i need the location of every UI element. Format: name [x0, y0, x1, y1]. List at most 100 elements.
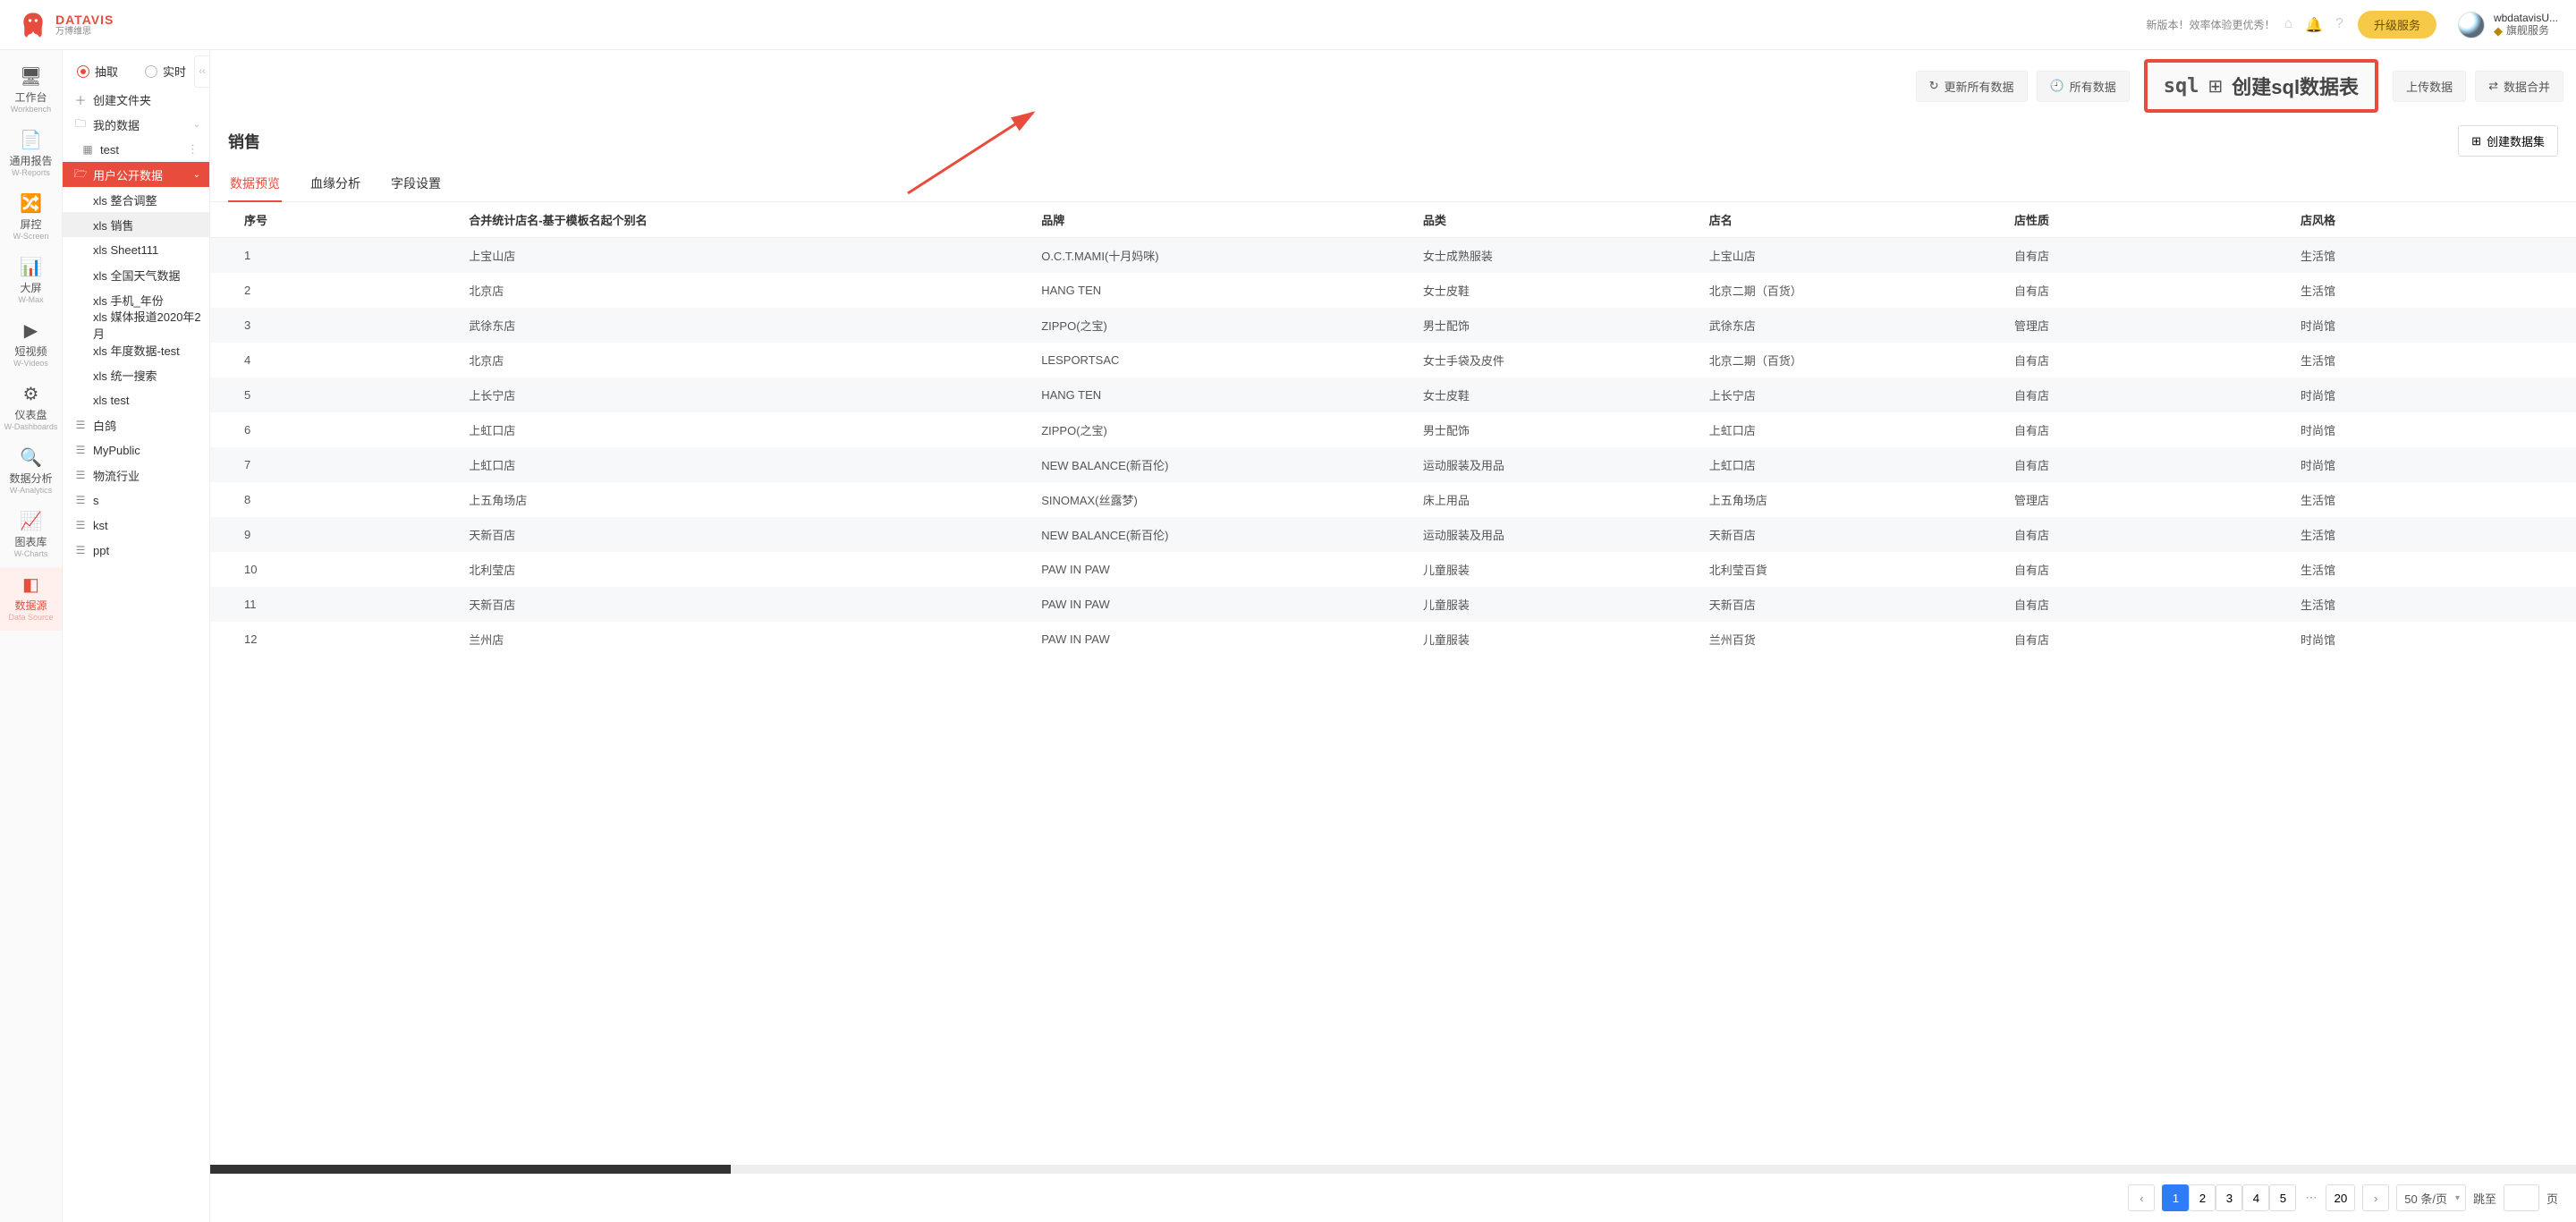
title-row: 销售 ⊞创建数据集	[210, 122, 2576, 165]
tabs: 数据预览 血缘分析 字段设置	[210, 165, 2576, 202]
upload-button[interactable]: 上传数据	[2393, 71, 2466, 102]
tree-item[interactable]: ☰MyPublic	[63, 437, 209, 462]
tab-fields[interactable]: 字段设置	[389, 165, 443, 201]
tree-item[interactable]: ☰ppt	[63, 538, 209, 563]
page-size-select[interactable]: 50 条/页	[2396, 1184, 2466, 1211]
table-row[interactable]: 11天新百店PAW IN PAW儿童服装天新百店自有店生活馆	[210, 587, 2576, 622]
nav-rail: 🖥工作台Workbench📄通用报告W-Reports🔀屏控W-Screen📊大…	[0, 50, 63, 1222]
tree-item[interactable]: xls 整合调整	[63, 187, 209, 212]
table-row[interactable]: 9天新百店NEW BALANCE(新百伦)运动服装及用品天新百店自有店生活馆	[210, 517, 2576, 552]
table-row[interactable]: 12兰州店PAW IN PAW儿童服装兰州百货自有店时尚馆	[210, 622, 2576, 657]
tree-item-test[interactable]: ▦test⋮	[63, 137, 209, 162]
table-wrap[interactable]: 序号合并统计店名-基于模板名起个别名品牌品类店名店性质店风格 1上宝山店O.C.…	[210, 202, 2576, 1165]
column-header[interactable]: 合并统计店名-基于模板名起个别名	[458, 202, 1030, 238]
logo-text-cn: 万博维思	[55, 28, 114, 37]
table-row[interactable]: 1上宝山店O.C.T.MAMI(十月妈咪)女士成熟服装上宝山店自有店生活馆	[210, 238, 2576, 274]
rail-item-w-screen[interactable]: 🔀屏控W-Screen	[0, 186, 62, 250]
create-folder[interactable]: ＋创建文件夹	[63, 87, 209, 112]
table-row[interactable]: 3武徐东店ZIPPO(之宝)男士配饰武徐东店管理店时尚馆	[210, 308, 2576, 343]
page-4[interactable]: 4	[2242, 1184, 2269, 1211]
merge-icon: ⇄	[2488, 79, 2498, 93]
rail-icon: 🔍	[0, 449, 62, 467]
page-2[interactable]: 2	[2189, 1184, 2216, 1211]
doc-icon: ☰	[73, 519, 88, 531]
home-icon[interactable]: ⌂	[2284, 16, 2292, 34]
chevron-down-icon: ⌄	[193, 170, 200, 180]
table-row[interactable]: 5上长宁店HANG TEN女士皮鞋上长宁店自有店时尚馆	[210, 378, 2576, 412]
page-1[interactable]: 1	[2162, 1184, 2189, 1211]
plus-icon: ＋	[73, 91, 88, 108]
create-dataset-button[interactable]: ⊞创建数据集	[2458, 125, 2558, 157]
tab-preview[interactable]: 数据预览	[228, 165, 282, 201]
rail-item-w-reports[interactable]: 📄通用报告W-Reports	[0, 123, 62, 186]
folder-public-data[interactable]: 🗁用户公开数据⌄	[63, 162, 209, 187]
column-header[interactable]: 店名	[1699, 202, 2004, 238]
plan-icon: ◆	[2494, 24, 2503, 38]
tree-item[interactable]: ☰物流行业	[63, 462, 209, 488]
mode-extract-radio[interactable]: 抽取	[77, 63, 118, 80]
column-header[interactable]: 品类	[1412, 202, 1699, 238]
h-scrollbar-thumb[interactable]	[210, 1165, 731, 1174]
callout-create-sql: sql ⊞ 创建sql数据表	[2144, 59, 2378, 113]
tree-item[interactable]: xls test	[63, 387, 209, 412]
tree-panel: ‹‹ 抽取 实时 ＋创建文件夹 🗀我的数据⌄ ▦test⋮ 🗁用户公开数据⌄ x…	[63, 50, 210, 1222]
table-row[interactable]: 4北京店LESPORTSAC女士手袋及皮件北京二期（百货）自有店生活馆	[210, 343, 2576, 378]
topbar: DATAVIS 万博维思 新版本！效率体验更优秀！ ⌂ 🔔 ? 升级服务 wbd…	[0, 0, 2576, 50]
page-5[interactable]: 5	[2269, 1184, 2296, 1211]
column-header[interactable]: 序号	[210, 202, 458, 238]
page-jump-input[interactable]	[2504, 1184, 2539, 1211]
tree-item[interactable]: ☰kst	[63, 513, 209, 538]
rail-item-workbench[interactable]: 🖥工作台Workbench	[0, 59, 62, 123]
mode-realtime-radio[interactable]: 实时	[145, 63, 186, 80]
logo[interactable]: DATAVIS 万博维思	[18, 10, 114, 40]
user-menu[interactable]: wbdatavisU... ◆旗舰服务	[2458, 12, 2558, 38]
tree-item[interactable]: xls 销售	[63, 212, 209, 237]
table-row[interactable]: 7上虹口店NEW BALANCE(新百伦)运动服装及用品上虹口店自有店时尚馆	[210, 447, 2576, 482]
refresh-all-button[interactable]: ↻更新所有数据	[1916, 71, 2028, 102]
upgrade-button[interactable]: 升级服务	[2358, 11, 2436, 38]
rail-item-data source[interactable]: ◧数据源Data Source	[0, 567, 62, 631]
h-scrollbar[interactable]	[210, 1165, 2576, 1174]
rail-item-w-dashboards[interactable]: ⚙仪表盘W-Dashboards	[0, 377, 62, 440]
all-data-button[interactable]: 🕘所有数据	[2037, 71, 2130, 102]
rail-icon: 📈	[0, 513, 62, 530]
column-header[interactable]: 店性质	[2004, 202, 2290, 238]
tree-item[interactable]: ☰s	[63, 488, 209, 513]
table-row[interactable]: 6上虹口店ZIPPO(之宝)男士配饰上虹口店自有店时尚馆	[210, 412, 2576, 447]
rail-item-w-max[interactable]: 📊大屏W-Max	[0, 250, 62, 313]
column-header[interactable]: 店风格	[2290, 202, 2576, 238]
tree-item[interactable]: xls Sheet111	[63, 237, 209, 262]
page-suffix: 页	[2546, 1190, 2558, 1207]
add-table-icon: ⊞	[2208, 75, 2224, 98]
more-icon[interactable]: ⋮	[187, 142, 200, 157]
bell-icon[interactable]: 🔔	[2305, 16, 2323, 34]
rail-item-w-analytics[interactable]: 🔍数据分析W-Analytics	[0, 440, 62, 504]
tree-item[interactable]: ☰白鸽	[63, 412, 209, 437]
callout-label: 创建sql数据表	[2232, 72, 2359, 100]
table-row[interactable]: 10北利莹店PAW IN PAW儿童服装北利莹百貨自有店生活馆	[210, 552, 2576, 587]
page-3[interactable]: 3	[2216, 1184, 2242, 1211]
tab-lineage[interactable]: 血缘分析	[309, 165, 362, 201]
collapse-handle[interactable]: ‹‹	[194, 55, 210, 88]
merge-button[interactable]: ⇄数据合并	[2475, 71, 2563, 102]
sql-icon: sql	[2164, 75, 2199, 98]
rail-icon: ◧	[0, 576, 62, 594]
page-last[interactable]: 20	[2326, 1184, 2355, 1211]
tree-item[interactable]: xls 媒体报道2020年2月	[63, 312, 209, 337]
page-prev[interactable]: ‹	[2128, 1184, 2155, 1211]
tree-item[interactable]: xls 全国天气数据	[63, 262, 209, 287]
folder-my-data[interactable]: 🗀我的数据⌄	[63, 112, 209, 137]
rail-item-w-charts[interactable]: 📈图表库W-Charts	[0, 504, 62, 567]
rail-item-w-videos[interactable]: ▶短视频W-Videos	[0, 313, 62, 377]
table-row[interactable]: 8上五角场店SINOMAX(丝露梦)床上用品上五角场店管理店生活馆	[210, 482, 2576, 517]
topbar-icons: ⌂ 🔔 ?	[2284, 16, 2343, 34]
chevron-down-icon: ⌄	[193, 120, 200, 130]
page-next[interactable]: ›	[2362, 1184, 2389, 1211]
help-icon[interactable]: ?	[2335, 16, 2343, 34]
logo-icon	[18, 10, 48, 40]
column-header[interactable]: 品牌	[1030, 202, 1412, 238]
mode-row: 抽取 实时	[63, 50, 209, 87]
tree-item[interactable]: xls 统一搜索	[63, 362, 209, 387]
table-row[interactable]: 2北京店HANG TEN女士皮鞋北京二期（百货）自有店生活馆	[210, 273, 2576, 308]
logo-text-en: DATAVIS	[55, 13, 114, 26]
